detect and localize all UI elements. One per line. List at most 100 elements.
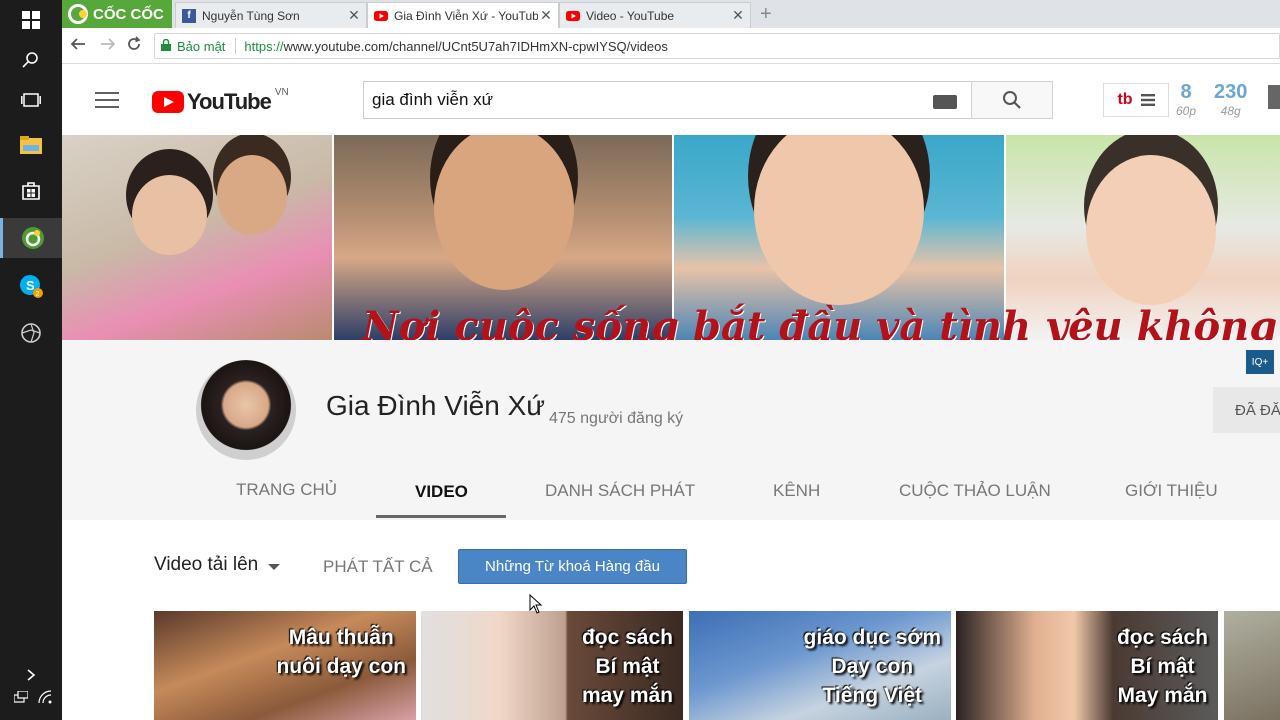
- video-thumbnail[interactable]: đọc sách Bí mật may mắn: [421, 611, 683, 720]
- search-query-text: gia đình viễn xứ: [372, 90, 494, 109]
- video-thumbnail[interactable]: [1224, 611, 1280, 720]
- coccoc-taskbar-icon[interactable]: [0, 218, 62, 258]
- close-tab-icon[interactable]: ✕: [346, 7, 362, 24]
- network-tray-icon[interactable]: [13, 690, 29, 708]
- channel-avatar[interactable]: [196, 360, 296, 460]
- stat-sub: 48g: [1220, 104, 1241, 118]
- url-path: www.youtube.com/channel/UCnt5U7ah7IDHmXN…: [283, 38, 668, 54]
- svg-text:2: 2: [36, 291, 40, 298]
- list-menu-icon: [1140, 94, 1155, 106]
- channel-tabs: TRANG CHỦ VIDEO DANH SÁCH PHÁT KÊNH CUỘC…: [62, 470, 1280, 520]
- caption-line: đọc sách: [1116, 626, 1208, 649]
- stat-hours: 230 48g: [1214, 81, 1247, 118]
- tab-channels[interactable]: KÊNH: [773, 481, 820, 501]
- thumbnail-caption: Mâu thuẫn nuôi dạy con: [276, 623, 406, 681]
- country-code: VN: [274, 86, 289, 98]
- task-view-icon[interactable]: [0, 80, 62, 120]
- windows-taskbar: S2: [0, 0, 62, 720]
- extension-button[interactable]: tb: [1103, 83, 1169, 117]
- url-scheme: https://: [244, 38, 284, 54]
- mouse-cursor-icon: [529, 594, 543, 614]
- address-bar-row: Bảo mật https://www.youtube.com/channel/…: [62, 28, 1280, 64]
- new-tab-icon[interactable]: +: [760, 3, 772, 26]
- caption-line: may mắn: [581, 684, 673, 707]
- close-tab-icon[interactable]: ✕: [730, 7, 746, 24]
- file-explorer-icon[interactable]: [0, 125, 62, 165]
- videos-section: Video tải lên PHÁT TẤT CẢ Những Từ khoá …: [62, 520, 1280, 720]
- url-input[interactable]: Bảo mật https://www.youtube.com/channel/…: [154, 33, 1280, 59]
- stat-value: 8: [1180, 81, 1192, 103]
- youtube-masthead: YouTube VN gia đình viễn xứ tb 8 60p 230…: [62, 65, 1280, 135]
- search-input[interactable]: gia đình viễn xứ: [363, 81, 972, 119]
- caption-line: Mâu thuẫn: [288, 626, 394, 649]
- channel-header: IQ+ Gia Đình Viễn Xứ 475 người đăng ký Đ…: [62, 340, 1280, 520]
- caption-line: nuôi dạy con: [276, 655, 406, 678]
- iq-badge-icon[interactable]: IQ+: [1246, 350, 1274, 374]
- uploads-label: Video tải lên: [154, 554, 259, 575]
- coccoc-logo-icon: [68, 4, 88, 24]
- windows-start-icon[interactable]: [0, 0, 62, 40]
- channel-banner: Nơi cuộc sống bắt đầu và tình yêu không …: [62, 135, 1280, 340]
- uploads-dropdown[interactable]: Video tải lên: [154, 554, 281, 576]
- store-icon[interactable]: [0, 170, 62, 210]
- extension-logo: tb: [1117, 91, 1133, 108]
- wifi-tray-icon[interactable]: [38, 690, 52, 709]
- subscriber-count: 475 người đăng ký: [549, 410, 684, 427]
- caption-line: giáo dục sớm: [803, 626, 941, 649]
- caption-line: Bí mật: [1130, 655, 1195, 678]
- tab-label: Nguyễn Tùng Sơn: [202, 8, 300, 23]
- caret-down-icon: [268, 563, 281, 570]
- banner-photo-1: [62, 135, 332, 340]
- thumbnail-caption: đọc sách Bí mật May mắn: [1117, 623, 1208, 710]
- tab-label: Video - YouTube: [586, 8, 675, 23]
- caption-line: Dạy con: [831, 655, 914, 678]
- youtube-icon: [374, 9, 388, 23]
- camera-app-icon[interactable]: [0, 313, 62, 353]
- skype-icon[interactable]: S2: [0, 266, 62, 306]
- tab-discussion[interactable]: CUỘC THẢO LUẬN: [899, 481, 1051, 501]
- security-label: Bảo mật: [177, 38, 226, 54]
- stat-value: 230: [1214, 81, 1248, 103]
- back-arrow-icon[interactable]: [70, 36, 86, 57]
- caption-line: Bí mật: [595, 655, 660, 678]
- youtube-wordmark: YouTube: [187, 89, 272, 114]
- channel-title: Gia Đình Viễn Xứ: [326, 390, 546, 421]
- coccoc-brand-button[interactable]: CỐC CỐC: [62, 0, 172, 28]
- stat-videos: 8 60p: [1176, 81, 1196, 118]
- browser-tab-facebook[interactable]: f Nguyễn Tùng Sơn ✕: [175, 2, 367, 28]
- thumbnail-caption: giáo dục sớm Dạy con Tiếng Việt: [804, 623, 941, 710]
- browser-tab-strip: CỐC CỐC f Nguyễn Tùng Sơn ✕ Gia Đình Viễ…: [62, 0, 1280, 28]
- browser-tab-video[interactable]: Video - YouTube ✕: [559, 2, 751, 28]
- youtube-play-icon: [152, 91, 184, 113]
- expand-chevron-icon[interactable]: [0, 655, 62, 695]
- tab-home[interactable]: TRANG CHỦ: [236, 480, 337, 500]
- search-icon[interactable]: [0, 40, 62, 80]
- top-keywords-button[interactable]: Những Từ khoá Hàng đầu: [458, 549, 687, 584]
- caption-line: Tiếng Việt: [822, 684, 923, 707]
- play-all-button[interactable]: PHÁT TẤT CẢ: [323, 557, 433, 577]
- search-button[interactable]: [971, 81, 1053, 119]
- forward-arrow-icon[interactable]: [100, 36, 116, 57]
- thumbnail-caption: đọc sách Bí mật may mắn: [582, 623, 673, 710]
- extension-edge-icon[interactable]: [1268, 85, 1280, 109]
- tab-playlists[interactable]: DANH SÁCH PHÁT: [545, 481, 695, 501]
- browser-brand-label: CỐC CỐC: [93, 5, 164, 23]
- facebook-icon: f: [182, 8, 196, 23]
- lock-icon: [161, 38, 171, 54]
- subscribed-button[interactable]: ĐÃ ĐĂNG KÝ: [1213, 387, 1280, 433]
- browser-tab-channel[interactable]: Gia Đình Viễn Xứ - YouTube ✕: [367, 2, 559, 28]
- youtube-logo[interactable]: YouTube VN: [152, 86, 289, 115]
- video-thumbnail[interactable]: đọc sách Bí mật May mắn: [956, 611, 1218, 720]
- hamburger-menu-icon[interactable]: [95, 92, 119, 108]
- tab-videos[interactable]: VIDEO: [415, 482, 468, 502]
- reload-icon[interactable]: [126, 36, 142, 57]
- close-tab-icon[interactable]: ✕: [538, 7, 554, 24]
- youtube-icon: [566, 9, 580, 23]
- video-thumbnail[interactable]: Mâu thuẫn nuôi dạy con: [154, 611, 416, 720]
- caption-line: đọc sách: [581, 626, 673, 649]
- keyboard-icon[interactable]: [933, 95, 957, 109]
- tab-about[interactable]: GIỚI THIỆU: [1125, 481, 1218, 501]
- caption-line: May mắn: [1117, 684, 1208, 707]
- video-thumbnail[interactable]: giáo dục sớm Dạy con Tiếng Việt: [689, 611, 951, 720]
- stat-sub: 60p: [1176, 104, 1197, 118]
